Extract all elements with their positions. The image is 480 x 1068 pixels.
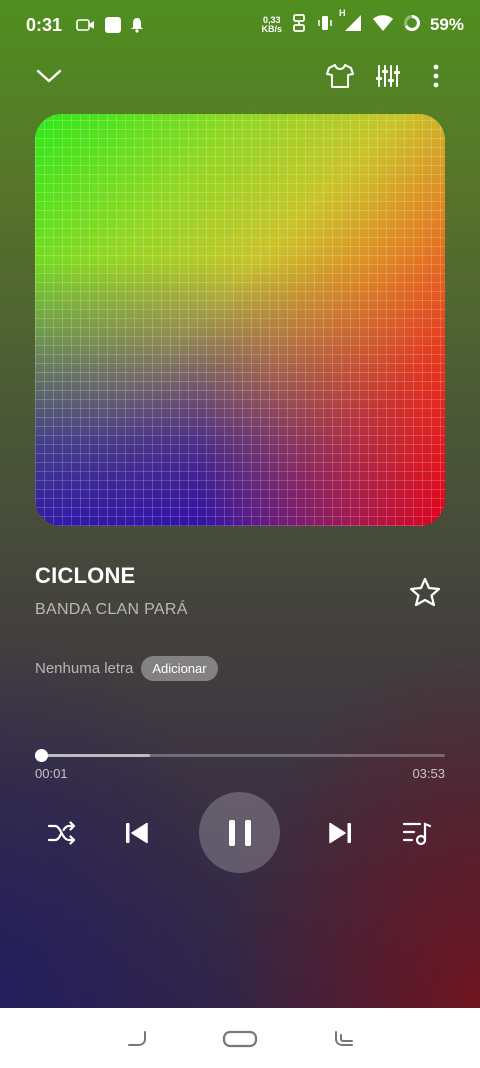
status-bar: 0:31 0,33 KB/s H 59%	[0, 0, 480, 50]
cell-signal-icon: H	[339, 8, 363, 37]
seek-thumb[interactable]	[35, 749, 48, 762]
pause-icon	[228, 819, 251, 846]
nav-home-button[interactable]	[220, 1026, 260, 1052]
elapsed-time: 00:01	[35, 766, 68, 781]
song-title: CICLONE	[35, 563, 136, 588]
previous-icon	[126, 822, 148, 844]
shuffle-button[interactable]	[42, 813, 82, 853]
wifi-icon	[372, 14, 394, 37]
nav-recents-button[interactable]	[324, 1026, 364, 1052]
seek-buffer	[35, 754, 150, 757]
queue-button[interactable]	[397, 813, 437, 853]
player-screen: 0:31 0,33 KB/s H 59% CICLONE BANDA CLAN …	[0, 0, 480, 1008]
app-notification-icon	[104, 16, 122, 34]
status-right: 0,33 KB/s H 59%	[261, 8, 464, 38]
video-icon	[76, 17, 96, 33]
recents-gesture-icon	[335, 1031, 353, 1046]
album-art	[35, 114, 445, 526]
shuffle-icon	[47, 821, 76, 845]
seek-bar[interactable]	[35, 749, 445, 763]
pause-button[interactable]	[199, 792, 280, 873]
previous-button[interactable]	[117, 813, 157, 853]
queue-icon	[402, 822, 432, 846]
song-artist[interactable]: BANDA CLAN PARÁ	[35, 601, 188, 619]
chevron-down-icon	[36, 69, 62, 83]
tshirt-icon	[326, 64, 354, 88]
lyrics-row: Nenhuma letra Adicionar	[35, 656, 218, 681]
home-pill-icon	[222, 1030, 258, 1048]
status-time: 0:31	[26, 14, 63, 35]
network-type-label: H	[338, 7, 346, 18]
back-gesture-icon	[128, 1031, 146, 1046]
net-speed-unit: KB/s	[261, 24, 282, 34]
system-nav-bar	[0, 1008, 480, 1068]
vibrate-icon	[316, 14, 334, 37]
collapse-button[interactable]	[29, 56, 69, 96]
star-icon	[409, 577, 441, 607]
bell-icon	[130, 17, 144, 33]
nav-back-button[interactable]	[117, 1026, 157, 1052]
lyrics-status: Nenhuma letra	[35, 660, 134, 677]
add-lyrics-button[interactable]: Adicionar	[141, 656, 218, 681]
more-vertical-icon	[433, 64, 439, 88]
total-time: 03:53	[412, 766, 445, 781]
equalizer-icon	[376, 65, 400, 87]
battery-ring-icon	[403, 14, 421, 37]
battery-level: 59%	[429, 15, 464, 34]
equalizer-button[interactable]	[368, 56, 408, 96]
favorite-button[interactable]	[405, 572, 445, 612]
next-button[interactable]	[320, 813, 360, 853]
more-options-button[interactable]	[416, 56, 456, 96]
data-transfer-icon	[291, 13, 307, 38]
player-top-bar	[0, 56, 480, 96]
theme-button[interactable]	[320, 56, 360, 96]
next-icon	[329, 822, 351, 844]
net-speed: 0,33 KB/s	[261, 16, 282, 34]
